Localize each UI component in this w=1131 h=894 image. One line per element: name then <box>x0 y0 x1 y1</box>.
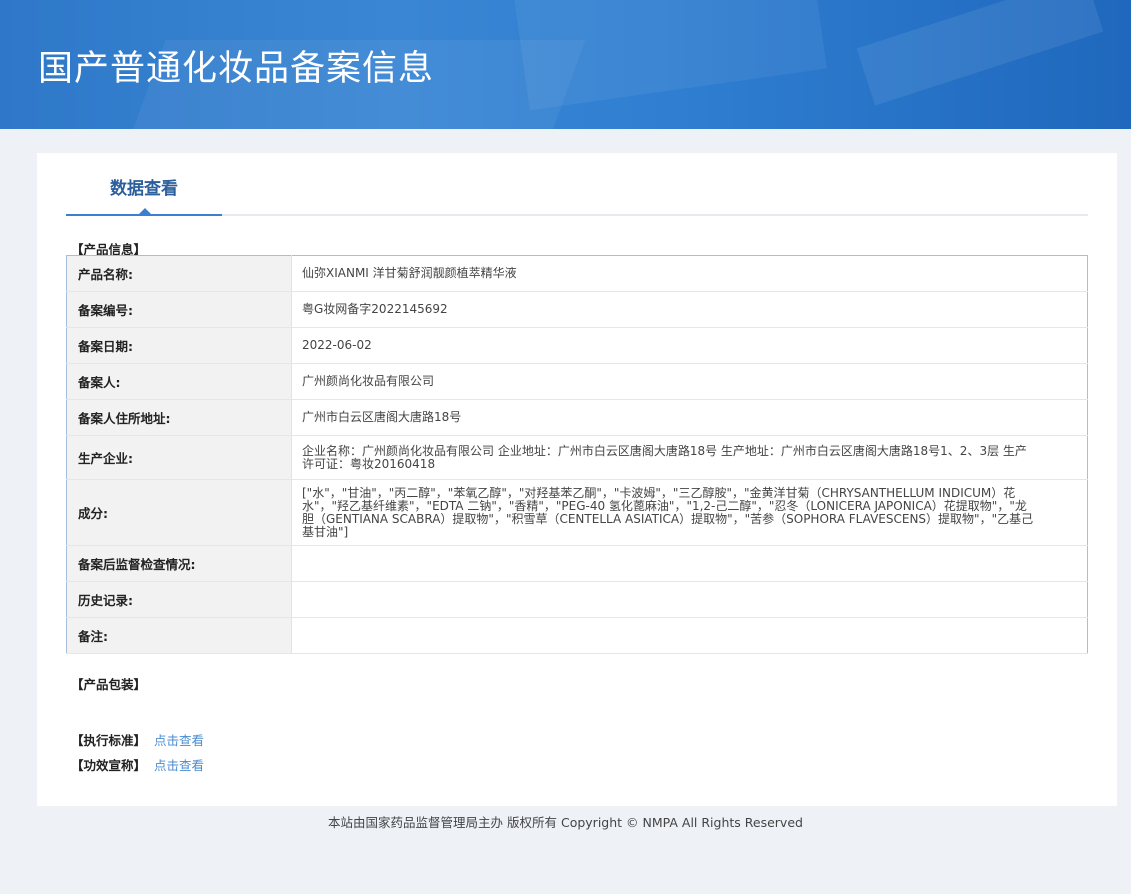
efficacy-view-link[interactable]: 点击查看 <box>154 758 204 773</box>
table-row: 产品名称: 仙弥XIANMI 洋甘菊舒润靓颜植萃精华液 <box>66 255 1088 292</box>
row-value: 2022-06-02 <box>291 327 1088 364</box>
tab-data-view[interactable]: 数据查看 <box>66 153 222 216</box>
row-label: 备案人住所地址: <box>66 399 292 436</box>
row-value: 企业名称：广州颜尚化妆品有限公司 企业地址：广州市白云区唐阁大唐路18号 生产地… <box>291 435 1088 480</box>
standard-section: 【执行标准】 点击查看 <box>71 730 204 749</box>
row-label: 备案后监督检查情况: <box>66 545 292 582</box>
banner-decoration <box>513 0 827 111</box>
product-info-table: 产品名称: 仙弥XIANMI 洋甘菊舒润靓颜植萃精华液 备案编号: 粤G妆网备字… <box>66 255 1088 654</box>
row-value: 仙弥XIANMI 洋甘菊舒润靓颜植萃精华液 <box>291 255 1088 292</box>
table-row: 成分: ["水"，"甘油"，"丙二醇"，"苯氧乙醇"，"对羟基苯乙酮"，"卡波姆… <box>66 479 1088 546</box>
table-row: 备注: <box>66 617 1088 654</box>
row-value <box>291 545 1088 582</box>
row-label: 产品名称: <box>66 255 292 292</box>
tab-bar: 数据查看 <box>66 153 1088 216</box>
standard-title: 【执行标准】 <box>71 733 147 748</box>
table-row: 备案后监督检查情况: <box>66 545 1088 582</box>
row-label: 历史记录: <box>66 581 292 618</box>
table-row: 备案编号: 粤G妆网备字2022145692 <box>66 291 1088 328</box>
table-row: 备案日期: 2022-06-02 <box>66 327 1088 364</box>
table-row: 历史记录: <box>66 581 1088 618</box>
row-label: 备案人: <box>66 363 292 400</box>
standard-view-link[interactable]: 点击查看 <box>154 733 204 748</box>
tab-label: 数据查看 <box>110 179 178 199</box>
tab-caret-icon <box>139 208 151 214</box>
header-banner: 国产普通化妆品备案信息 <box>0 0 1131 129</box>
table-row: 生产企业: 企业名称：广州颜尚化妆品有限公司 企业地址：广州市白云区唐阁大唐路1… <box>66 435 1088 480</box>
efficacy-section: 【功效宣称】 点击查看 <box>71 755 204 774</box>
row-value: 粤G妆网备字2022145692 <box>291 291 1088 328</box>
row-label: 备案编号: <box>66 291 292 328</box>
row-label: 备案日期: <box>66 327 292 364</box>
row-value <box>291 617 1088 654</box>
content-card: 数据查看 【产品信息】 产品名称: 仙弥XIANMI 洋甘菊舒润靓颜植萃精华液 … <box>37 153 1117 806</box>
footer-copyright: 本站由国家药品监督管理局主办 版权所有 Copyright © NMPA All… <box>328 815 803 830</box>
efficacy-title: 【功效宣称】 <box>71 758 147 773</box>
row-label: 成分: <box>66 479 292 546</box>
page-title: 国产普通化妆品备案信息 <box>38 49 435 89</box>
row-value <box>291 581 1088 618</box>
banner-decoration <box>856 0 1104 106</box>
packaging-title: 【产品包装】 <box>71 677 147 692</box>
row-value: ["水"，"甘油"，"丙二醇"，"苯氧乙醇"，"对羟基苯乙酮"，"卡波姆"，"三… <box>291 479 1088 546</box>
row-label: 备注: <box>66 617 292 654</box>
row-value: 广州市白云区唐阁大唐路18号 <box>291 399 1088 436</box>
table-row: 备案人: 广州颜尚化妆品有限公司 <box>66 363 1088 400</box>
table-row: 备案人住所地址: 广州市白云区唐阁大唐路18号 <box>66 399 1088 436</box>
row-label: 生产企业: <box>66 435 292 480</box>
row-value: 广州颜尚化妆品有限公司 <box>291 363 1088 400</box>
